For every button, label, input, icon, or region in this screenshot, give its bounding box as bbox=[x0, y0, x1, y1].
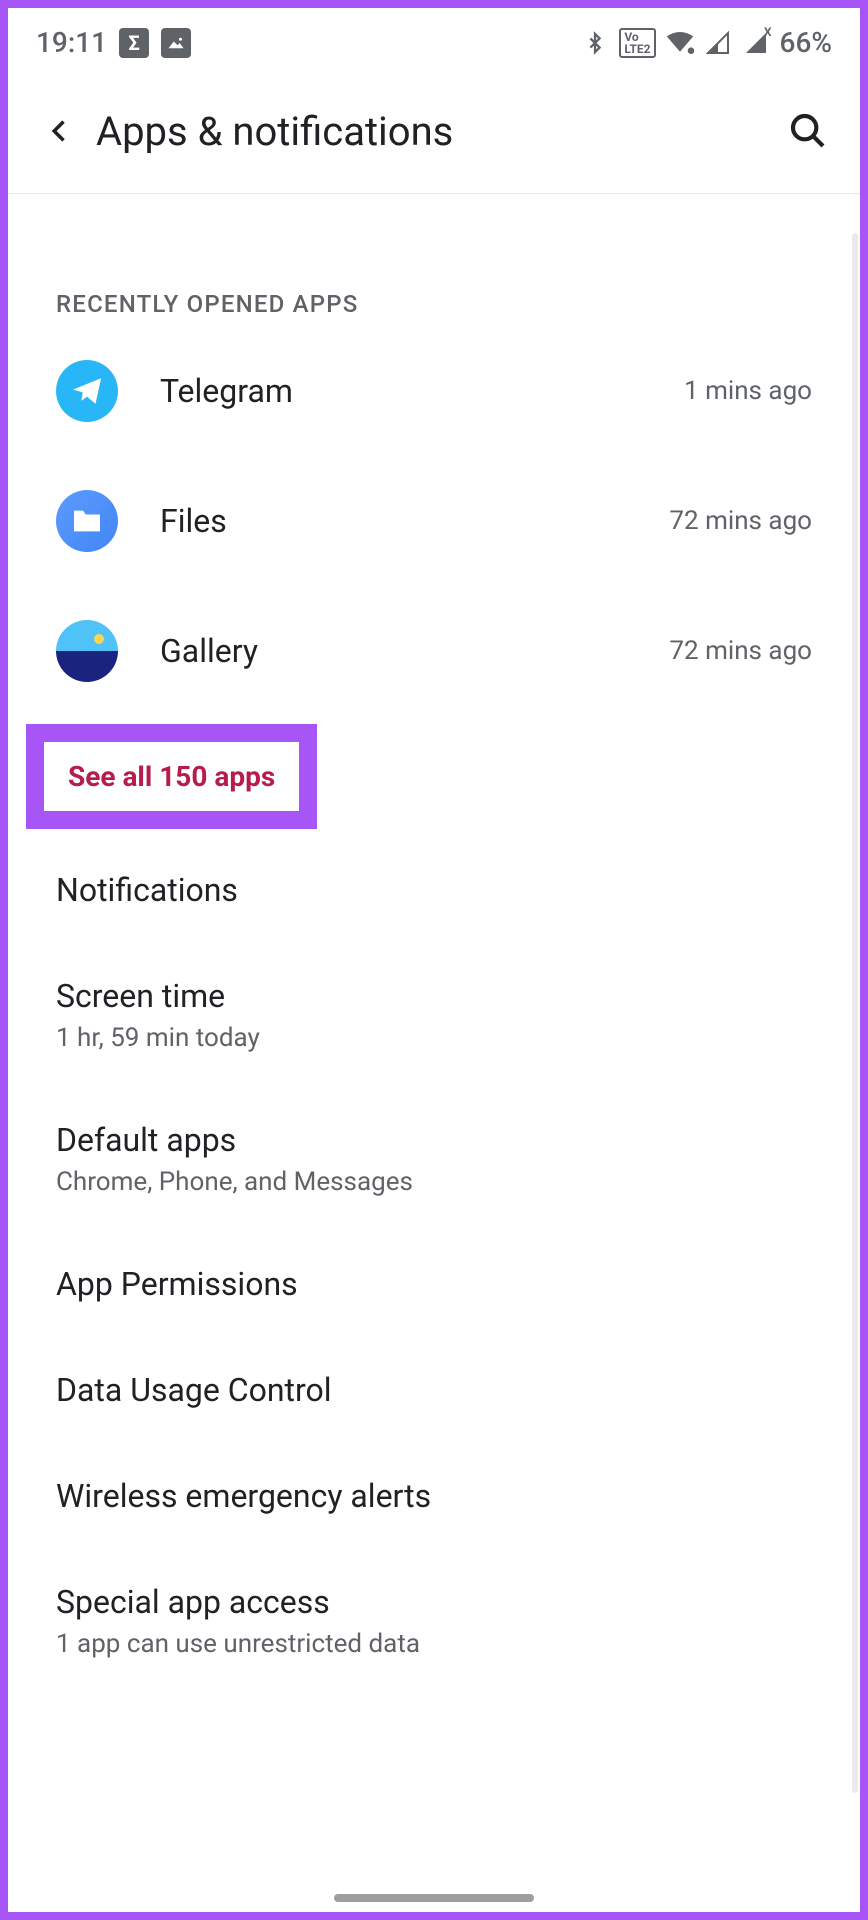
setting-title: Screen time bbox=[56, 977, 812, 1015]
setting-app-permissions[interactable]: App Permissions bbox=[8, 1231, 860, 1337]
app-name-label: Telegram bbox=[160, 372, 684, 410]
setting-screen-time[interactable]: Screen time 1 hr, 59 min today bbox=[8, 943, 860, 1087]
signal-1-icon bbox=[704, 29, 732, 57]
app-name-label: Gallery bbox=[160, 632, 669, 670]
app-notification-icon-1: Σ bbox=[119, 28, 149, 58]
app-time-label: 72 mins ago bbox=[669, 636, 812, 666]
signal-2-icon: X bbox=[742, 29, 770, 57]
setting-subtitle: 1 hr, 59 min today bbox=[56, 1023, 812, 1053]
app-time-label: 1 mins ago bbox=[684, 376, 812, 406]
setting-title: Special app access bbox=[56, 1583, 812, 1621]
wifi-icon bbox=[666, 29, 694, 57]
setting-notifications[interactable]: Notifications bbox=[8, 837, 860, 943]
volte-icon: VoLTE2 bbox=[619, 28, 655, 58]
bluetooth-icon bbox=[581, 29, 609, 57]
status-time: 19:11 bbox=[36, 26, 107, 59]
setting-special-app-access[interactable]: Special app access 1 app can use unrestr… bbox=[8, 1549, 860, 1659]
setting-wireless-emergency-alerts[interactable]: Wireless emergency alerts bbox=[8, 1443, 860, 1549]
setting-title: Data Usage Control bbox=[56, 1371, 812, 1409]
setting-subtitle: Chrome, Phone, and Messages bbox=[56, 1167, 812, 1197]
back-button[interactable] bbox=[36, 107, 84, 155]
setting-default-apps[interactable]: Default apps Chrome, Phone, and Messages bbox=[8, 1087, 860, 1231]
recent-app-files[interactable]: Files 72 mins ago bbox=[8, 456, 860, 586]
status-bar: 19:11 Σ VoLTE2 X 66% bbox=[8, 8, 860, 67]
files-icon bbox=[56, 490, 118, 552]
search-button[interactable] bbox=[784, 107, 832, 155]
page-title: Apps & notifications bbox=[96, 108, 784, 155]
see-all-apps-highlight: See all 150 apps bbox=[26, 724, 317, 829]
setting-data-usage-control[interactable]: Data Usage Control bbox=[8, 1337, 860, 1443]
setting-title: Notifications bbox=[56, 871, 812, 909]
setting-title: Default apps bbox=[56, 1121, 812, 1159]
gallery-icon bbox=[56, 620, 118, 682]
recent-app-telegram[interactable]: Telegram 1 mins ago bbox=[8, 326, 860, 456]
telegram-icon bbox=[56, 360, 118, 422]
setting-title: App Permissions bbox=[56, 1265, 812, 1303]
navigation-handle[interactable] bbox=[334, 1894, 534, 1902]
scrollbar[interactable] bbox=[852, 233, 858, 1793]
app-bar: Apps & notifications bbox=[8, 67, 860, 194]
recent-app-gallery[interactable]: Gallery 72 mins ago bbox=[8, 586, 860, 716]
battery-percentage: 66% bbox=[780, 26, 832, 59]
recently-opened-header: RECENTLY OPENED APPS bbox=[8, 194, 860, 326]
setting-title: Wireless emergency alerts bbox=[56, 1477, 812, 1515]
app-notification-icon-2 bbox=[161, 28, 191, 58]
see-all-apps-link[interactable]: See all 150 apps bbox=[68, 760, 275, 793]
app-name-label: Files bbox=[160, 502, 669, 540]
app-time-label: 72 mins ago bbox=[669, 506, 812, 536]
setting-subtitle: 1 app can use unrestricted data bbox=[56, 1629, 812, 1659]
